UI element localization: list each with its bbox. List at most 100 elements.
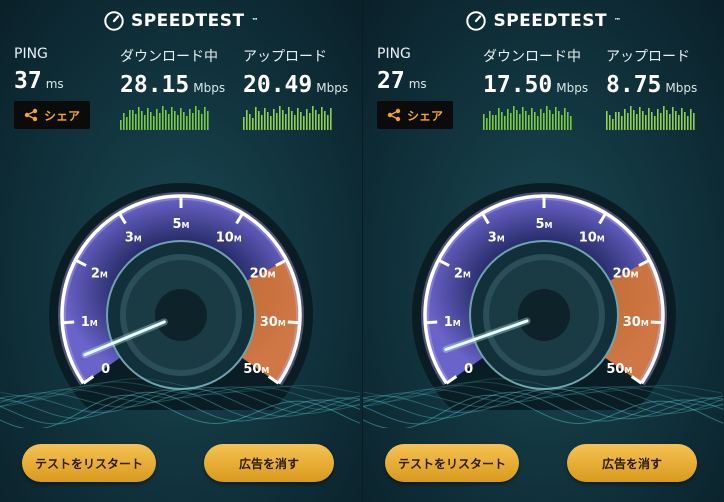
restart-test-button[interactable]: テストをリスタート <box>22 444 156 482</box>
brand-name: SPEEDTEST <box>130 11 245 31</box>
bar-tick <box>303 116 305 130</box>
bar-tick <box>615 112 617 130</box>
bar-tick <box>156 109 158 130</box>
bar-tick <box>519 114 521 130</box>
bar-tick <box>693 113 695 130</box>
bar-tick <box>495 115 497 130</box>
speedometer-icon <box>104 11 124 31</box>
bar-tick <box>648 108 650 130</box>
hub-center <box>155 289 207 341</box>
bar-tick <box>270 116 272 130</box>
restart-test-button[interactable]: テストをリスタート <box>385 444 519 482</box>
ping-metric: PING 37 ms <box>14 46 64 94</box>
bar-tick <box>201 114 203 130</box>
download-bars-graph <box>483 106 572 130</box>
bar-tick <box>177 115 179 130</box>
bar-tick <box>624 109 626 130</box>
upload-unit: Mbps <box>316 81 349 95</box>
bar-tick <box>531 108 533 130</box>
bar-tick <box>279 106 281 130</box>
bar-tick <box>540 109 542 130</box>
bar-tick <box>258 111 260 130</box>
bar-tick <box>153 116 155 130</box>
upload-bars-graph <box>243 106 332 130</box>
download-label: ダウンロード中 <box>120 49 218 65</box>
remove-ads-button[interactable]: 広告を消す <box>204 444 334 482</box>
bar-tick <box>141 111 143 130</box>
bar-tick <box>663 106 665 130</box>
bar-tick <box>654 116 656 130</box>
bar-tick <box>288 107 290 130</box>
brand-header: SPEEDTEST ™ <box>363 10 724 32</box>
bar-tick <box>660 113 662 130</box>
bar-tick <box>672 107 674 130</box>
bar-tick <box>309 113 311 130</box>
bar-tick <box>243 117 245 130</box>
brand-header: SPEEDTEST ™ <box>0 10 362 32</box>
bar-tick <box>330 108 332 130</box>
bar-tick <box>522 107 524 130</box>
ping-label: PING <box>14 46 48 62</box>
bar-tick <box>516 110 518 130</box>
bar-tick <box>294 115 296 130</box>
bar-tick <box>123 113 125 130</box>
bar-tick <box>675 111 677 130</box>
download-value: 17.50 <box>483 72 553 98</box>
bar-tick <box>171 107 173 130</box>
bar-tick <box>174 111 176 130</box>
wave-line <box>363 378 724 398</box>
share-button[interactable]: シェア <box>377 101 453 129</box>
bar-tick <box>159 113 161 130</box>
ping-metric: PING 27 ms <box>377 46 427 94</box>
bar-tick <box>483 114 485 130</box>
bar-tick <box>534 112 536 130</box>
bar-tick <box>261 115 263 130</box>
upload-metric: アップロード 20.49 Mbps <box>243 46 348 130</box>
upload-value: 8.75 <box>606 72 662 98</box>
bar-tick <box>492 115 494 130</box>
upload-label: アップロード <box>606 49 690 65</box>
speedtest-panel-1: SPEEDTEST ™ PING 37 ms ダウンロード中 28.15 Mbps ア… <box>0 0 362 502</box>
bar-tick <box>150 112 152 130</box>
bar-tick <box>570 116 572 130</box>
upload-label: アップロード <box>243 49 327 65</box>
download-unit: Mbps <box>556 81 589 95</box>
share-button[interactable]: シェア <box>14 101 90 129</box>
share-icon <box>24 108 38 122</box>
bar-tick <box>144 115 146 130</box>
bar-tick <box>192 113 194 130</box>
speedometer-icon <box>466 11 487 31</box>
remove-ads-button[interactable]: 広告を消す <box>567 444 697 482</box>
bar-tick <box>324 111 326 130</box>
bar-tick <box>168 114 170 130</box>
trademark-mark: ™ <box>251 17 260 25</box>
bar-tick <box>552 114 554 130</box>
bar-tick <box>513 106 515 130</box>
bar-tick <box>609 115 611 130</box>
bar-tick <box>318 114 320 130</box>
hub-center <box>518 289 570 341</box>
bar-tick <box>564 108 566 130</box>
bar-tick <box>315 110 317 130</box>
ping-value: 27 <box>377 68 405 94</box>
bar-tick <box>321 107 323 130</box>
bar-tick <box>537 116 539 130</box>
download-metric: ダウンロード中 28.15 Mbps <box>120 46 225 130</box>
share-label: シェア <box>406 108 443 123</box>
bar-tick <box>618 112 620 130</box>
bar-tick <box>267 112 269 130</box>
bar-tick <box>120 120 122 130</box>
bar-tick <box>282 110 284 130</box>
dial-tick <box>62 320 75 325</box>
bar-tick <box>186 116 188 130</box>
wave-decoration <box>363 378 724 428</box>
upload-unit: Mbps <box>665 81 698 95</box>
ping-unit: ms <box>45 77 64 91</box>
bar-tick <box>165 110 167 130</box>
bar-tick <box>525 111 527 130</box>
upload-metric: アップロード 8.75 Mbps <box>606 46 698 130</box>
bar-tick <box>135 114 137 130</box>
bar-tick <box>546 106 548 130</box>
share-icon <box>387 108 401 122</box>
bar-tick <box>162 106 164 130</box>
